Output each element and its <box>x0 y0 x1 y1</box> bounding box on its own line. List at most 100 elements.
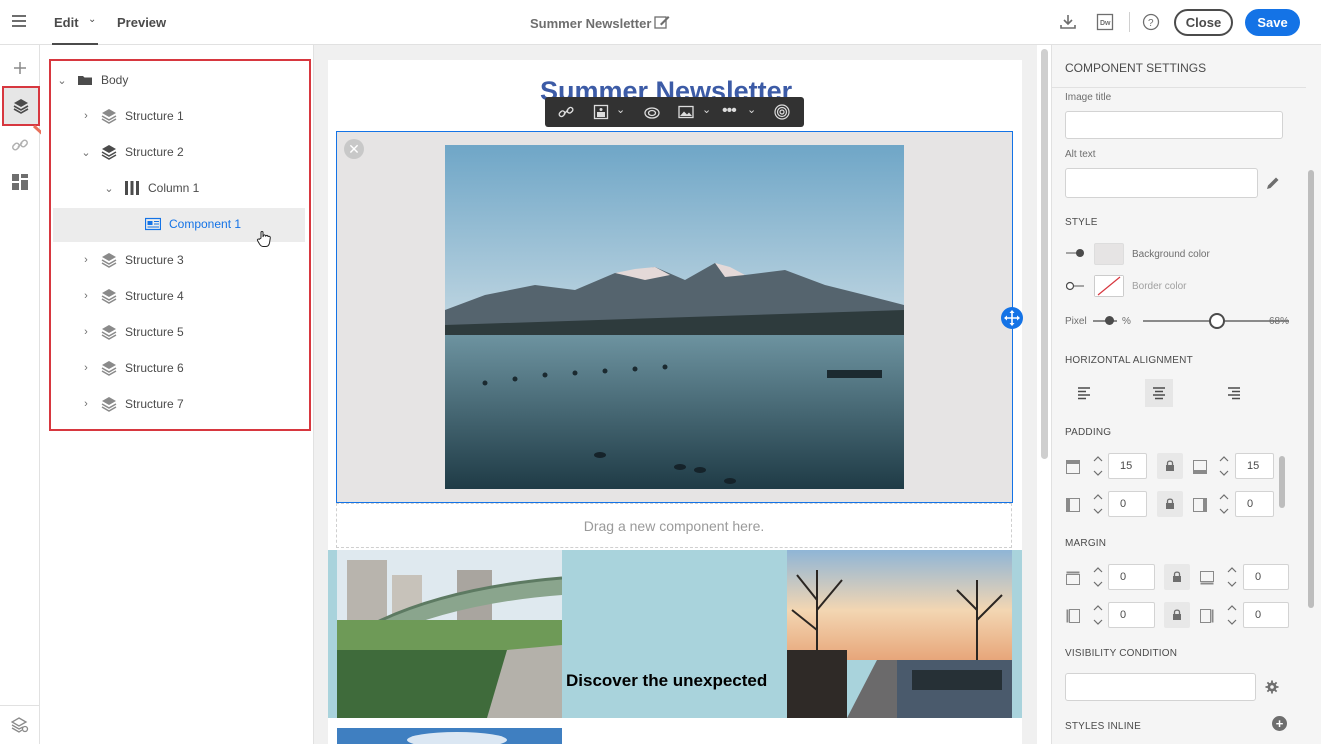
move-handle-icon[interactable] <box>1000 306 1024 330</box>
lock-icon <box>1166 460 1174 471</box>
image-title-input[interactable] <box>1065 111 1283 139</box>
tab-preview[interactable]: Preview <box>117 15 166 30</box>
border-color-label: Border color <box>1132 281 1187 292</box>
padding-bottom-icon <box>1193 460 1207 474</box>
discover-text[interactable]: Discover the unexpected <box>566 671 767 691</box>
svg-text:?: ? <box>1148 18 1154 29</box>
padding-bottom-stepper[interactable] <box>1214 452 1234 480</box>
chevron-down-icon[interactable]: ⌄ <box>616 103 625 116</box>
margin-left-icon <box>1066 609 1080 623</box>
margin-side-lock[interactable] <box>1164 602 1190 628</box>
padding-scrollbar[interactable] <box>1279 456 1285 508</box>
margin-top-stepper[interactable] <box>1088 563 1108 591</box>
sunset-canal-photo <box>787 550 1012 718</box>
margin-heading: MARGIN <box>1065 538 1107 549</box>
padding-left-stepper[interactable] <box>1088 490 1108 518</box>
border-color-toggle[interactable] <box>1066 281 1084 291</box>
padding-heading: PADDING <box>1065 427 1112 438</box>
link-icon[interactable] <box>558 104 574 120</box>
margin-bottom-stepper[interactable] <box>1222 563 1242 591</box>
remove-component-icon[interactable]: ✕ <box>344 139 364 159</box>
padding-left-input[interactable]: 0 <box>1108 491 1147 517</box>
padding-right-input[interactable]: 0 <box>1235 491 1274 517</box>
dreamweaver-icon[interactable]: Dw <box>1096 13 1114 31</box>
creative-cloud-icon[interactable] <box>644 104 660 120</box>
rail-divider <box>0 705 40 706</box>
tree-annotation-frame <box>49 59 311 431</box>
unit-toggle-knob[interactable] <box>1105 316 1114 325</box>
lock-icon <box>1173 571 1181 582</box>
document-title: Summer Newsletter <box>530 16 652 31</box>
top-bar: Edit ⌄ Preview Summer Newsletter Dw ? Cl… <box>0 0 1321 45</box>
layers-icon[interactable] <box>12 97 30 115</box>
close-button[interactable]: Close <box>1174 9 1233 36</box>
settings-stack-icon[interactable] <box>11 716 29 734</box>
pencil-icon[interactable] <box>1266 176 1280 190</box>
drop-zone[interactable]: Drag a new component here. <box>336 503 1012 548</box>
margin-bottom-input[interactable]: 0 <box>1243 564 1289 590</box>
margin-lock[interactable] <box>1164 564 1190 590</box>
toolbar-divider <box>1129 12 1130 32</box>
background-color-label: Background color <box>1132 249 1210 260</box>
margin-left-input[interactable]: 0 <box>1108 602 1155 628</box>
background-color-swatch[interactable] <box>1094 243 1124 265</box>
margin-right-icon <box>1200 609 1214 623</box>
margin-bottom-icon <box>1200 571 1214 585</box>
sky-photo <box>337 728 562 744</box>
link-icon[interactable] <box>11 136 29 154</box>
border-color-swatch[interactable] <box>1094 275 1124 297</box>
background-color-toggle[interactable] <box>1066 248 1084 258</box>
canvas-scrollbar[interactable] <box>1041 49 1048 459</box>
fingerprint-icon[interactable] <box>774 104 790 120</box>
style-heading: STYLE <box>1065 217 1098 228</box>
lake-mountain-photo <box>445 145 904 489</box>
padding-side-lock[interactable] <box>1157 491 1183 517</box>
panel-scrollbar[interactable] <box>1308 170 1314 608</box>
pixel-label: Pixel <box>1065 316 1087 327</box>
tab-edit[interactable]: Edit <box>54 15 79 30</box>
save-button[interactable]: Save <box>1245 9 1300 36</box>
image-icon[interactable] <box>678 104 694 120</box>
help-icon[interactable]: ? <box>1142 13 1160 31</box>
svg-text:Dw: Dw <box>1100 20 1111 27</box>
more-icon[interactable]: ••• <box>722 102 737 120</box>
lock-icon <box>1173 609 1181 620</box>
add-style-icon[interactable]: + <box>1272 716 1287 731</box>
alt-text-input[interactable] <box>1065 168 1258 198</box>
margin-right-input[interactable]: 0 <box>1243 602 1289 628</box>
add-icon[interactable] <box>11 59 29 77</box>
align-left-icon[interactable] <box>1070 379 1098 407</box>
percent-label: % <box>1122 316 1131 327</box>
padding-top-input[interactable]: 15 <box>1108 453 1147 479</box>
fragments-icon[interactable] <box>11 173 29 191</box>
margin-top-input[interactable]: 0 <box>1108 564 1155 590</box>
margin-right-stepper[interactable] <box>1222 601 1242 629</box>
padding-right-stepper[interactable] <box>1214 490 1234 518</box>
align-center-icon[interactable] <box>1145 379 1173 407</box>
padding-top-icon <box>1066 460 1080 474</box>
padding-top-stepper[interactable] <box>1088 452 1108 480</box>
download-icon[interactable] <box>1059 13 1077 31</box>
visibility-condition-input[interactable] <box>1065 673 1256 701</box>
margin-left-stepper[interactable] <box>1088 601 1108 629</box>
chevron-down-icon[interactable]: ⌄ <box>88 14 96 25</box>
horizontal-alignment-heading: HORIZONTAL ALIGNMENT <box>1065 355 1193 366</box>
panel-title: COMPONENT SETTINGS <box>1065 61 1207 75</box>
width-slider-knob[interactable] <box>1209 313 1225 329</box>
align-right-icon[interactable] <box>1220 379 1248 407</box>
bridge-canal-photo <box>337 550 562 718</box>
alt-text-label: Alt text <box>1065 149 1096 160</box>
gear-icon[interactable] <box>1265 680 1279 694</box>
menu-icon[interactable] <box>12 15 26 27</box>
chevron-down-icon[interactable]: ⌄ <box>702 103 711 116</box>
padding-bottom-input[interactable]: 15 <box>1235 453 1274 479</box>
visibility-condition-heading: VISIBILITY CONDITION <box>1065 648 1178 659</box>
width-percent-value: 68% <box>1269 316 1290 327</box>
image-toolbar: ⌄ ⌄ ••• ⌄ <box>545 97 804 127</box>
margin-top-icon <box>1066 571 1080 585</box>
chevron-down-icon[interactable]: ⌄ <box>747 103 756 116</box>
edit-title-icon[interactable] <box>654 14 670 30</box>
padding-lock[interactable] <box>1157 453 1183 479</box>
image-fit-icon[interactable] <box>593 104 609 120</box>
styles-inline-heading: STYLES INLINE <box>1065 721 1141 732</box>
